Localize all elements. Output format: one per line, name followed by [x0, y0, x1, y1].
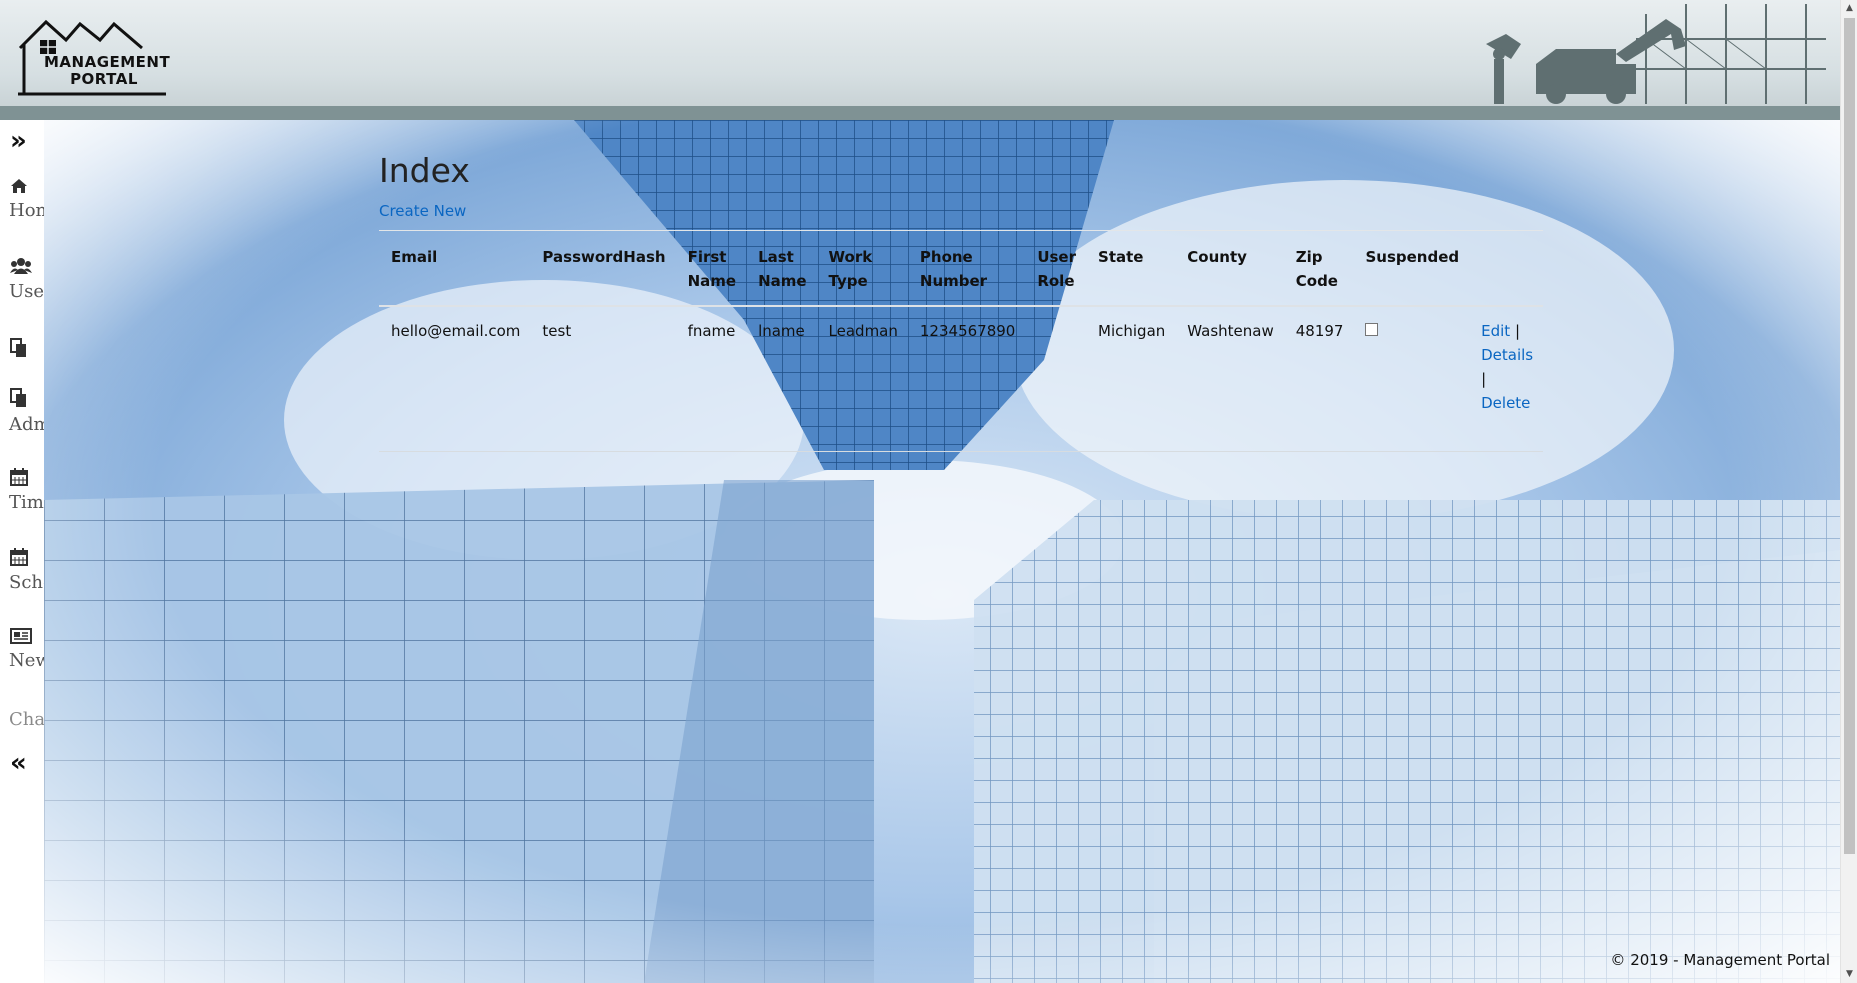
cell-county: Washtenaw — [1175, 306, 1284, 452]
sidebar: » Home Users Admin — [0, 120, 44, 983]
table-row: hello@email.com test fname lname Leadman… — [379, 306, 1544, 452]
sidebar-item-label: Admin — [9, 414, 44, 435]
cell-last-name: lname — [746, 306, 817, 452]
main-content: Index Create New Email PasswordHash Firs… — [379, 150, 1544, 452]
users-table: Email PasswordHash First Name Last Name … — [379, 230, 1544, 452]
sidebar-item-home[interactable]: Home — [0, 178, 44, 221]
column-header: PasswordHash — [530, 230, 676, 307]
sidebar-item-news[interactable]: News — [0, 628, 44, 671]
sidebar-item-time[interactable]: Time — [0, 468, 44, 513]
sidebar-item-schedule[interactable]: Schedule — [0, 548, 44, 593]
cell-state: Michigan — [1086, 306, 1176, 452]
users-icon — [10, 258, 32, 274]
sidebar-item-label: Time — [9, 492, 44, 513]
sidebar-item-label: Schedule — [9, 572, 44, 593]
cell-user-role — [1025, 306, 1087, 452]
action-separator: | — [1514, 322, 1521, 340]
cell-suspended — [1353, 306, 1470, 452]
sidebar-item-label: Chat — [9, 709, 44, 730]
copy-icon — [10, 338, 26, 357]
edit-link[interactable]: Edit — [1481, 322, 1510, 340]
create-new-link[interactable]: Create New — [379, 202, 466, 220]
scroll-up-arrow-icon[interactable]: ▲ — [1841, 0, 1857, 17]
column-header: Work Type — [816, 230, 908, 307]
sidebar-item-label: News — [9, 650, 44, 671]
home-icon — [11, 179, 27, 193]
table-header-row: Email PasswordHash First Name Last Name … — [379, 230, 1544, 307]
logo-text-line1: MANAGEMENT — [44, 53, 171, 71]
cell-phone: 1234567890 — [907, 306, 1026, 452]
scroll-down-arrow-icon[interactable]: ▼ — [1841, 966, 1857, 983]
newspaper-icon — [10, 628, 32, 644]
cell-work-type: Leadman — [816, 306, 908, 452]
sidebar-item-users[interactable]: Users — [0, 257, 44, 302]
column-header: Last Name — [746, 230, 817, 307]
cell-actions: Edit | Details | Delete — [1469, 306, 1544, 452]
column-header: Suspended — [1353, 230, 1470, 307]
page-title: Index — [379, 151, 470, 190]
column-header: County — [1175, 230, 1284, 307]
sidebar-item-label: Home — [9, 200, 44, 221]
logo-text: MANAGEMENT PORTAL — [44, 53, 171, 88]
column-header: First Name — [675, 230, 747, 307]
cell-email: hello@email.com — [379, 306, 531, 452]
details-link[interactable]: Details — [1481, 346, 1533, 364]
sidebar-item-copy[interactable] — [0, 338, 44, 358]
calendar-icon — [10, 548, 28, 566]
scrollbar-thumb[interactable] — [1844, 18, 1855, 854]
column-header: Zip Code — [1283, 230, 1354, 307]
sidebar-item-label: Users — [9, 281, 44, 302]
logo[interactable]: MANAGEMENT PORTAL — [18, 18, 171, 98]
construction-silhouette-icon — [1486, 4, 1826, 104]
sidebar-expand-icon[interactable]: » — [10, 128, 27, 154]
sidebar-item-admin[interactable]: Admin — [0, 388, 44, 435]
column-header: Phone Number — [907, 230, 1026, 307]
cell-first-name: fname — [675, 306, 747, 452]
action-separator: | — [1481, 370, 1487, 388]
calendar-icon — [10, 468, 28, 486]
column-header: State — [1086, 230, 1176, 307]
header: MANAGEMENT PORTAL — [0, 0, 1840, 120]
sidebar-collapse-icon[interactable]: « — [10, 750, 27, 776]
cell-zip: 48197 — [1283, 306, 1354, 452]
sidebar-item-chat[interactable]: Chat — [0, 703, 44, 730]
column-header — [1469, 230, 1544, 307]
copy-icon — [10, 388, 26, 407]
column-header: User Role — [1025, 230, 1087, 307]
column-header: Email — [379, 230, 531, 307]
logo-text-line2: PORTAL — [70, 70, 138, 88]
vertical-scrollbar[interactable]: ▲ ▼ — [1840, 0, 1857, 983]
suspended-checkbox[interactable] — [1365, 323, 1379, 336]
delete-link[interactable]: Delete — [1481, 394, 1530, 412]
cell-password-hash: test — [530, 306, 676, 452]
footer: © 2019 - Management Portal — [1610, 951, 1830, 969]
